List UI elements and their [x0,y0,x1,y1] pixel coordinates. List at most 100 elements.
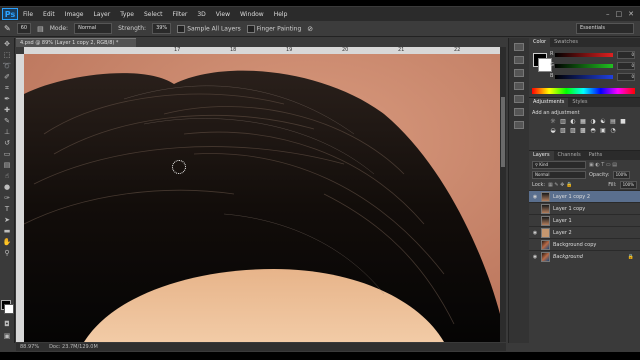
curves-icon[interactable]: ◐ [569,118,577,125]
channel-b-slider[interactable] [555,75,613,79]
eraser-icon[interactable]: ▭ [1,149,13,159]
brush-panel-icon[interactable]: ▤ [37,25,44,33]
gradient-map-icon[interactable]: ◔ [609,127,617,134]
workspace-select[interactable]: Essentials [576,23,634,34]
menu-file[interactable]: File [18,11,38,18]
kind-filter-select[interactable]: ⚲ Kind [532,161,586,169]
filter-icons[interactable]: ▣ ◐ T ▭ ▤ [589,162,617,168]
fill-input[interactable]: 100% [619,181,637,189]
menu-window[interactable]: Window [235,11,269,18]
move-icon[interactable]: ✥ [1,39,13,49]
menu-select[interactable]: Select [139,11,168,18]
invert-icon[interactable]: ▩ [579,127,587,134]
quick-select-icon[interactable]: ✐ [1,72,13,82]
brush-icon[interactable]: ✎ [1,116,13,126]
exposure-icon[interactable]: ▦ [579,118,587,125]
marquee-icon[interactable]: ⬚ [1,50,13,60]
color-balance-icon[interactable]: ▤ [609,118,617,125]
tab-paths[interactable]: Paths [585,151,607,160]
vertical-scrollbar[interactable] [500,47,506,342]
clone-source-icon[interactable] [514,95,524,103]
channel-g-slider[interactable] [555,64,613,68]
tab-channels[interactable]: Channels [554,151,585,160]
posterize-icon[interactable]: ◓ [589,127,597,134]
minimize-button[interactable]: – [606,10,610,18]
scrollbar-thumb[interactable] [501,97,505,167]
close-button[interactable]: ✕ [628,10,634,18]
smudge-tool-preset-icon[interactable]: ✎ [4,24,11,33]
crop-icon[interactable]: ⌗ [1,83,13,93]
blend-mode-select[interactable]: Normal [532,171,586,179]
history-panel-icon[interactable] [514,43,524,51]
shape-icon[interactable]: ▬ [1,226,13,236]
color-spectrum[interactable] [532,88,635,94]
vibrance-icon[interactable]: ◑ [589,118,597,125]
document-tab[interactable]: 4.psd @ 89% (Layer 1 copy 2, RGB/8) * [16,38,136,47]
lock-icons[interactable]: ▦ ✎ ✥ 🔒 [548,182,572,188]
layer-row[interactable]: ◉ Background 🔒 [529,250,640,262]
levels-icon[interactable]: ▥ [559,118,567,125]
brush-presets-icon[interactable] [514,82,524,90]
hand-icon[interactable]: ✋ [1,237,13,247]
dodge-icon[interactable]: ● [1,182,13,192]
opacity-input[interactable]: 100% [612,171,630,179]
tab-swatches[interactable]: Swatches [550,38,582,47]
layer-row[interactable]: Layer 1 copy [529,202,640,214]
tab-styles[interactable]: Styles [568,98,591,107]
zoom-icon[interactable]: ⚲ [1,248,13,258]
menu-help[interactable]: Help [269,11,293,18]
layer-row[interactable]: Layer 1 [529,214,640,226]
stamp-icon[interactable]: ⊥ [1,127,13,137]
eye-icon[interactable]: ◉ [532,230,538,236]
layer-row[interactable]: Background copy [529,238,640,250]
channel-b-value[interactable]: 0 [617,73,635,81]
menu-3d[interactable]: 3D [192,11,210,18]
menu-filter[interactable]: Filter [168,11,193,18]
menu-layer[interactable]: Layer [88,11,115,18]
eyedropper-icon[interactable]: ✒ [1,94,13,104]
paragraph-panel-icon[interactable] [514,121,524,129]
quick-mask-icon[interactable]: ◘ [1,319,13,329]
menu-edit[interactable]: Edit [38,11,60,18]
mode-select[interactable]: Normal [74,23,113,34]
tab-adjustments[interactable]: Adjustments [529,98,569,107]
pressure-icon[interactable]: ⊘ [307,25,313,33]
lasso-icon[interactable]: ➰ [1,61,13,71]
screen-mode-icon[interactable]: ▣ [1,331,13,341]
healing-icon[interactable]: ✚ [1,105,13,115]
pen-icon[interactable]: ✑ [1,193,13,203]
hue-saturation-icon[interactable]: ☯ [599,118,607,125]
zoom-level[interactable]: 88.97% [20,343,39,351]
channel-g-value[interactable]: 0 [617,62,635,70]
finger-painting-checkbox[interactable]: Finger Painting [246,24,301,33]
menu-image[interactable]: Image [60,11,89,18]
properties-panel-icon[interactable] [514,56,524,64]
smudge-icon[interactable]: ☝ [1,171,13,181]
photo-filter-icon[interactable]: ◒ [549,127,557,134]
eye-icon[interactable]: ◉ [532,194,538,200]
gradient-icon[interactable]: ▤ [1,160,13,170]
type-icon[interactable]: T [1,204,13,214]
brush-size-picker[interactable]: 60 [16,23,32,34]
menu-type[interactable]: Type [115,11,139,18]
threshold-icon[interactable]: ▣ [599,127,607,134]
menu-view[interactable]: View [211,11,235,18]
maximize-button[interactable]: □ [616,10,623,18]
tab-color[interactable]: Color [529,38,551,47]
sample-all-layers-checkbox[interactable]: Sample All Layers [177,24,241,33]
layer-row[interactable]: ◉ Layer 1 copy 2 [529,190,640,202]
strength-input[interactable]: 39% [152,23,172,34]
brightness-icon[interactable]: ☼ [549,118,557,125]
doc-size-info[interactable]: Doc: 23.7M/129.0M [49,343,98,351]
black-white-icon[interactable]: ■ [619,118,627,125]
history-brush-icon[interactable]: ↺ [1,138,13,148]
tab-layers[interactable]: Layers [529,151,554,160]
character-panel-icon[interactable] [514,108,524,116]
channel-r-slider[interactable] [555,53,613,57]
channel-r-value[interactable]: 0 [617,51,635,59]
path-select-icon[interactable]: ➤ [1,215,13,225]
layer-row[interactable]: ◉ Layer 2 [529,226,640,238]
brush-panel-icon[interactable] [514,69,524,77]
document-canvas[interactable] [24,54,500,342]
channel-mixer-icon[interactable]: ▧ [559,127,567,134]
